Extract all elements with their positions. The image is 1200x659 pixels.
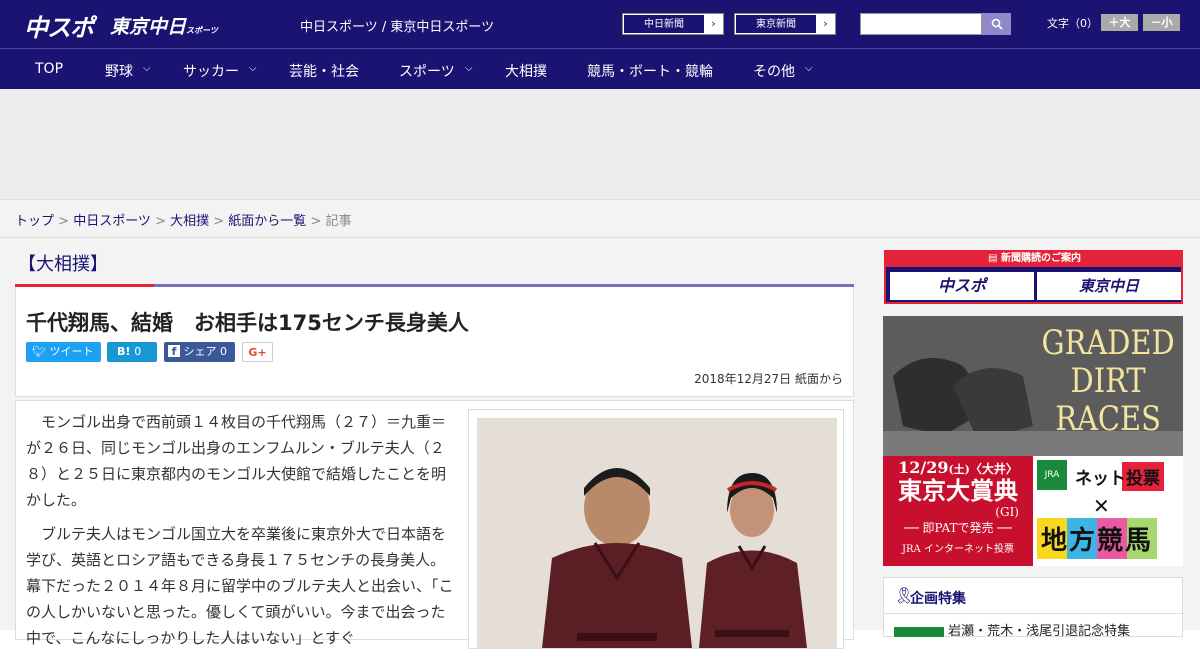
- chevron-down-icon[interactable]: ⌵: [143, 63, 151, 74]
- article-title: 千代翔馬、結婚 お相手は175センチ長身美人: [26, 311, 469, 335]
- font-smaller-button[interactable]: －小: [1143, 14, 1180, 31]
- article-body: モンゴル出身で西前頭１４枚目の千代翔馬（２７）＝九重＝が２６日、同じモンゴル出身…: [15, 400, 854, 649]
- race-venue: 〈大井〉: [969, 462, 1018, 476]
- article-paragraph: ブルテ夫人はモンゴル国立大を卒業後に東京外大で日本語を学び、英語とロシア語もでき…: [26, 525, 454, 647]
- tokyo-chunichi-logo[interactable]: 東京中日スポーツ: [110, 12, 218, 39]
- nav-item-sumo[interactable]: 大相撲: [505, 61, 547, 81]
- newspaper-icon: ▤: [988, 253, 998, 264]
- article-paragraph: モンゴル出身で西前頭１４枚目の千代翔馬（２７）＝九重＝が２６日、同じモンゴル出身…: [26, 413, 447, 509]
- race-date: 12/29: [898, 458, 949, 477]
- local-racing-text: 地方競馬: [1037, 518, 1158, 559]
- site-title[interactable]: 中日スポーツ / 東京中日スポーツ: [300, 16, 494, 35]
- chevron-right-icon: ›: [816, 14, 835, 34]
- site-header: 中スポ 東京中日スポーツ 中日スポーツ / 東京中日スポーツ 中日新聞 › 東京…: [0, 0, 1200, 48]
- chevron-down-icon[interactable]: ⌵: [249, 63, 257, 74]
- chunichi-shimbun-label: 中日新聞: [623, 14, 705, 34]
- chunichi-shimbun-link[interactable]: 中日新聞 ›: [622, 13, 724, 35]
- tweet-label: ツイート: [49, 345, 94, 358]
- tokyo-shimbun-label: 東京新聞: [735, 14, 817, 34]
- tweet-button[interactable]: 🐦︎ ツイート: [26, 342, 101, 362]
- chevron-down-icon[interactable]: ⌵: [805, 63, 813, 74]
- banner-line-3: RACES: [1055, 399, 1162, 439]
- subscription-label: ▤ 新聞購読のご案内: [886, 250, 1183, 267]
- nav-item-racing[interactable]: 競馬・ボート・競輪: [587, 61, 713, 81]
- font-size-label: 文字（0）: [1047, 17, 1098, 30]
- article-text: モンゴル出身で西前頭１４枚目の千代翔馬（２７）＝九重＝が２６日、同じモンゴル出身…: [26, 409, 458, 659]
- tokyo-logo-text: 東京中日: [110, 16, 187, 38]
- race-sale: ── 即PATで発売 ──: [904, 521, 1012, 535]
- twitter-icon: 🐦︎: [32, 345, 46, 358]
- tokyo-shimbun-link[interactable]: 東京新聞 ›: [734, 13, 836, 35]
- jra-mark: JRA: [902, 544, 921, 555]
- chevron-down-icon[interactable]: ⌵: [465, 63, 473, 74]
- feature-thumb: [894, 626, 944, 637]
- facebook-share-label: シェア: [183, 345, 217, 358]
- article-header: 千代翔馬、結婚 お相手は175センチ長身美人 🐦︎ ツイート B! 0 f シェ…: [15, 287, 854, 397]
- facebook-icon: f: [168, 345, 180, 358]
- article-date: 2018年12月27日 紙面から: [694, 372, 843, 386]
- couple-photo-image: [477, 418, 837, 648]
- search-button[interactable]: [982, 13, 1011, 35]
- subscription-text: 新聞購読のご案内: [1000, 253, 1081, 264]
- font-larger-button[interactable]: ＋大: [1101, 14, 1138, 31]
- nav-item-entertainment[interactable]: 芸能・社会: [289, 61, 359, 81]
- breadcrumb-paper-list[interactable]: 紙面から一覧: [228, 214, 306, 229]
- nav-item-sports[interactable]: スポーツ: [399, 61, 455, 81]
- subscribe-chunichi-logo[interactable]: 中スポ: [890, 272, 1034, 300]
- breadcrumb-current: 記事: [325, 214, 352, 229]
- net-vote-text: ネット投票: [1071, 462, 1164, 491]
- hatena-bookmark-button[interactable]: B! 0: [107, 342, 157, 362]
- subscribe-tokyo-logo[interactable]: 東京中日: [1037, 272, 1181, 300]
- graded-dirt-races-text: GRADED DIRT RACES: [1042, 324, 1175, 438]
- nav-item-soccer[interactable]: サッカー: [183, 61, 239, 81]
- chunichi-sports-logo[interactable]: 中スポ: [24, 8, 94, 43]
- cross-icon: ✕: [1093, 494, 1110, 518]
- facebook-count: 0: [220, 345, 227, 358]
- feature-box: 🎗︎ 企画特集 岩瀬・荒木・浅尾引退記念特集: [883, 577, 1184, 639]
- nav-item-other[interactable]: その他: [753, 61, 795, 81]
- feature-divider: [884, 613, 1184, 614]
- race-grade: (GI): [995, 505, 1019, 519]
- main-nav: TOP 野球 ⌵ サッカー ⌵ 芸能・社会 スポーツ ⌵ 大相撲 競馬・ボート・…: [0, 48, 1200, 89]
- race-ad-banner[interactable]: GRADED DIRT RACES 12/29(土)〈大井〉 東京大賞典 (GI…: [883, 316, 1183, 566]
- feature-item-label: 岩瀬・荒木・浅尾引退記念特集: [948, 624, 1131, 639]
- race-day: (土): [948, 463, 970, 476]
- ad-space: [0, 89, 1200, 200]
- article-photo[interactable]: [468, 409, 844, 649]
- googleplus-button[interactable]: G+: [242, 342, 273, 362]
- category-heading: 【大相撲】: [18, 254, 108, 275]
- jra-logo: JRA: [1037, 460, 1067, 490]
- breadcrumb: トップ > 中日スポーツ > 大相撲 > 紙面から一覧 > 記事: [0, 200, 1200, 238]
- net-vote-panel: JRA ネット投票 ✕ 地方競馬: [1033, 456, 1183, 566]
- chevron-right-icon: ›: [704, 14, 723, 34]
- tokyo-daishoten-panel: 12/29(土)〈大井〉 東京大賞典 (GI) ── 即PATで発売 ── JR…: [883, 456, 1033, 566]
- subscription-banner[interactable]: ▤ 新聞購読のご案内 中スポ 東京中日: [884, 250, 1183, 304]
- hatena-icon: B!: [117, 345, 131, 358]
- feature-title: 企画特集: [910, 591, 966, 607]
- breadcrumb-top[interactable]: トップ: [15, 214, 54, 229]
- breadcrumb-chunichi[interactable]: 中日スポーツ: [73, 214, 151, 229]
- search-icon: [991, 18, 1003, 30]
- banner-line-1: GRADED: [1041, 323, 1175, 363]
- banner-line-2: DIRT: [1070, 361, 1146, 401]
- search-input[interactable]: [860, 13, 982, 35]
- breadcrumb-sumo[interactable]: 大相撲: [170, 214, 209, 229]
- hatena-count: 0: [134, 345, 142, 358]
- nav-item-baseball[interactable]: 野球: [105, 61, 133, 81]
- nav-item-top[interactable]: TOP: [35, 61, 63, 77]
- jra-net-label: インターネット投票: [923, 544, 1014, 555]
- race-name: 東京大賞典: [898, 476, 1018, 505]
- tokyo-logo-small: スポーツ: [186, 26, 218, 35]
- googleplus-icon: G+: [248, 346, 267, 359]
- facebook-share-button[interactable]: f シェア 0: [164, 342, 235, 362]
